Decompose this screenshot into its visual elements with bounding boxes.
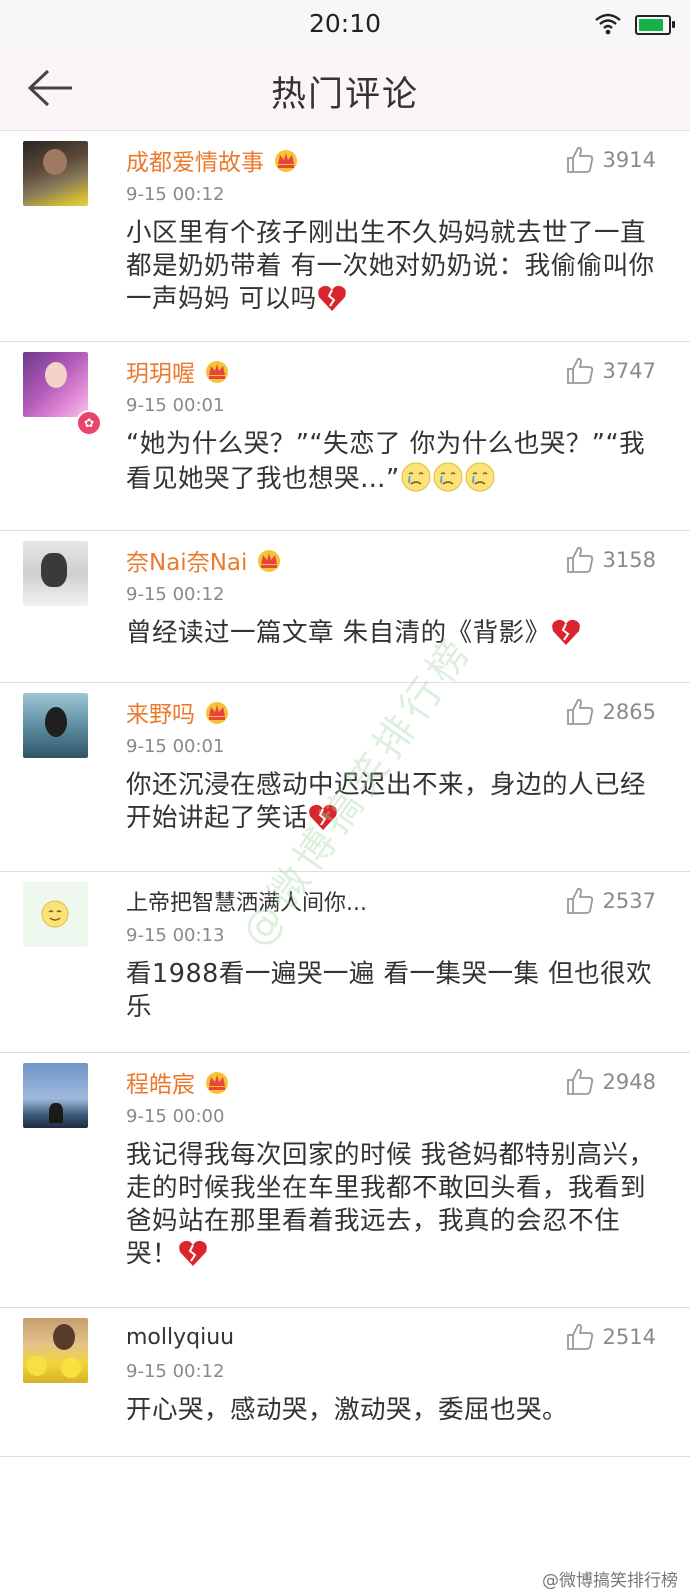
like-button[interactable]: 2865 — [565, 697, 656, 727]
avatar[interactable] — [23, 1063, 88, 1128]
comment-text-block: 小区里有个孩子刚出生不久妈妈就去世了一直都是奶奶带着 有一次她对奶奶说：我偷偷叫… — [126, 217, 656, 316]
comment-time: 9-15 00:13 — [126, 925, 225, 946]
broken-heart-icon — [179, 1240, 207, 1266]
back-arrow-icon[interactable] — [26, 68, 76, 108]
comment-item: 上帝把智慧洒满人间你... 9-15 00:13 2537 看1988看一遍哭一… — [0, 872, 690, 1053]
comment-text-block: “她为什么哭？”“失恋了 你为什么也哭？”“我看见她哭了我也想哭…” — [126, 428, 656, 496]
comment-item: 成都爱情故事 9-15 00:12 3914 小区里有个孩子刚出生不久妈妈就去世… — [0, 131, 690, 342]
thumbs-up-icon — [566, 357, 593, 384]
page-title: 热门评论 — [270, 75, 419, 115]
thumbs-up-icon — [566, 1323, 593, 1350]
crown-badge-icon — [206, 702, 228, 724]
broken-heart-icon — [317, 285, 346, 311]
avatar[interactable] — [23, 541, 88, 606]
like-button[interactable]: 3914 — [565, 145, 656, 175]
like-count: 2514 — [602, 1325, 656, 1349]
avatar[interactable] — [23, 141, 88, 206]
comment-text: 小区里有个孩子刚出生不久妈妈就去世了一直都是奶奶带着 有一次她对奶奶说：我偷偷叫… — [126, 218, 655, 314]
comment-time: 9-15 00:12 — [126, 184, 225, 205]
crying-face-icon — [465, 462, 495, 492]
thumbs-up-icon — [566, 887, 593, 914]
thumbs-up-icon — [566, 146, 593, 173]
thumbs-up-icon — [566, 1068, 593, 1095]
like-count: 2948 — [602, 1070, 656, 1094]
comment-author[interactable]: 上帝把智慧洒满人间你... — [126, 885, 367, 917]
verified-user-icon: ✿ — [76, 410, 102, 436]
broken-heart-icon — [551, 619, 580, 645]
comment-text-block: 看1988看一遍哭一遍 看一集哭一集 但也很欢乐 — [126, 958, 656, 1024]
like-count: 2865 — [602, 700, 656, 724]
crown-badge-icon — [206, 1072, 228, 1094]
comment-text: “她为什么哭？”“失恋了 你为什么也哭？”“我看见她哭了我也想哭…” — [126, 429, 646, 494]
status-time: 20:10 — [308, 9, 382, 38]
comment-time: 9-15 00:12 — [126, 584, 225, 605]
comment-time: 9-15 00:01 — [126, 395, 225, 416]
thumbs-up-icon — [566, 546, 593, 573]
comment-text: 开心哭，感动哭，激动哭，委屈也哭。 — [126, 1395, 569, 1425]
comment-text-block: 开心哭，感动哭，激动哭，委屈也哭。 — [126, 1394, 656, 1427]
footer-watermark: @微博搞笑排行榜 — [542, 1571, 678, 1591]
comment-text-block: 你还沉浸在感动中迟迟出不来，身边的人已经开始讲起了笑话 — [126, 769, 656, 835]
comment-author[interactable]: 奈Nai奈Nai — [126, 543, 247, 577]
comment-author-row: mollyqiuu — [126, 1320, 234, 1354]
avatar[interactable] — [23, 882, 88, 947]
like-count: 3914 — [602, 148, 656, 172]
comment-author[interactable]: 程皓宸 — [126, 1065, 195, 1099]
crown-badge-icon — [206, 361, 228, 383]
comment-text: 曾经读过一篇文章 朱自清的《背影》 — [126, 618, 551, 648]
crown-badge-icon — [258, 550, 281, 572]
comment-author-row: 程皓宸 — [126, 1065, 231, 1099]
broken-heart-icon — [309, 804, 337, 830]
wifi-icon — [595, 13, 621, 35]
comment-author[interactable]: mollyqiuu — [126, 1325, 234, 1350]
like-count: 2537 — [602, 889, 656, 913]
comment-author-row: 成都爱情故事 — [126, 143, 300, 177]
comment-time: 9-15 00:00 — [126, 1106, 225, 1127]
comment-author-row: 来野吗 — [126, 695, 231, 729]
comment-text-block: 曾经读过一篇文章 朱自清的《背影》 — [126, 617, 656, 650]
comment-time: 9-15 00:12 — [126, 1361, 225, 1382]
comment-author[interactable]: 成都爱情故事 — [126, 143, 264, 177]
comment-author-row: 奈Nai奈Nai — [126, 543, 283, 577]
comment-text: 你还沉浸在感动中迟迟出不来，身边的人已经开始讲起了笑话 — [126, 770, 647, 833]
like-button[interactable]: 2537 — [565, 886, 656, 916]
status-bar: 20:10 — [0, 0, 690, 48]
comment-item: ✿ 玥玥喔 9-15 00:01 3747 “她为什么哭？”“失恋了 你为什么也… — [0, 342, 690, 531]
smiley-icon — [41, 900, 69, 928]
comment-item: 来野吗 9-15 00:01 2865 你还沉浸在感动中迟迟出不来，身边的人已经… — [0, 683, 690, 872]
like-button[interactable]: 2514 — [565, 1322, 656, 1352]
avatar[interactable] — [23, 693, 88, 758]
comment-time: 9-15 00:01 — [126, 736, 225, 757]
comment-item: mollyqiuu 9-15 00:12 2514 开心哭，感动哭，激动哭，委屈… — [0, 1308, 690, 1457]
comment-author[interactable]: 来野吗 — [126, 695, 195, 729]
like-count: 3158 — [602, 548, 656, 572]
like-count: 3747 — [602, 359, 656, 383]
comment-author[interactable]: 玥玥喔 — [126, 354, 195, 388]
like-button[interactable]: 3158 — [565, 545, 656, 575]
comment-text: 看1988看一遍哭一遍 看一集哭一集 但也很欢乐 — [126, 959, 653, 1022]
comment-item: 程皓宸 9-15 00:00 2948 我记得我每次回家的时候 我爸妈都特别高兴… — [0, 1053, 690, 1308]
comment-author-row: 上帝把智慧洒满人间你... — [126, 884, 367, 918]
comment-text-block: 我记得我每次回家的时候 我爸妈都特别高兴，走的时候我坐在车里我都不敢回头看，我看… — [126, 1139, 656, 1271]
crown-badge-icon — [275, 150, 297, 172]
like-button[interactable]: 3747 — [565, 356, 656, 386]
comment-item: 奈Nai奈Nai 9-15 00:12 3158 曾经读过一篇文章 朱自清的《背… — [0, 531, 690, 683]
crying-face-icon — [401, 462, 431, 492]
crying-face-icon — [433, 462, 463, 492]
comment-author-row: 玥玥喔 — [126, 354, 231, 388]
thumbs-up-icon — [566, 698, 593, 725]
comment-list: 成都爱情故事 9-15 00:12 3914 小区里有个孩子刚出生不久妈妈就去世… — [0, 131, 690, 1457]
battery-icon — [635, 15, 675, 35]
nav-bar: 热门评论 — [0, 48, 690, 131]
avatar[interactable] — [23, 352, 88, 417]
like-button[interactable]: 2948 — [565, 1067, 656, 1097]
avatar[interactable] — [23, 1318, 88, 1383]
